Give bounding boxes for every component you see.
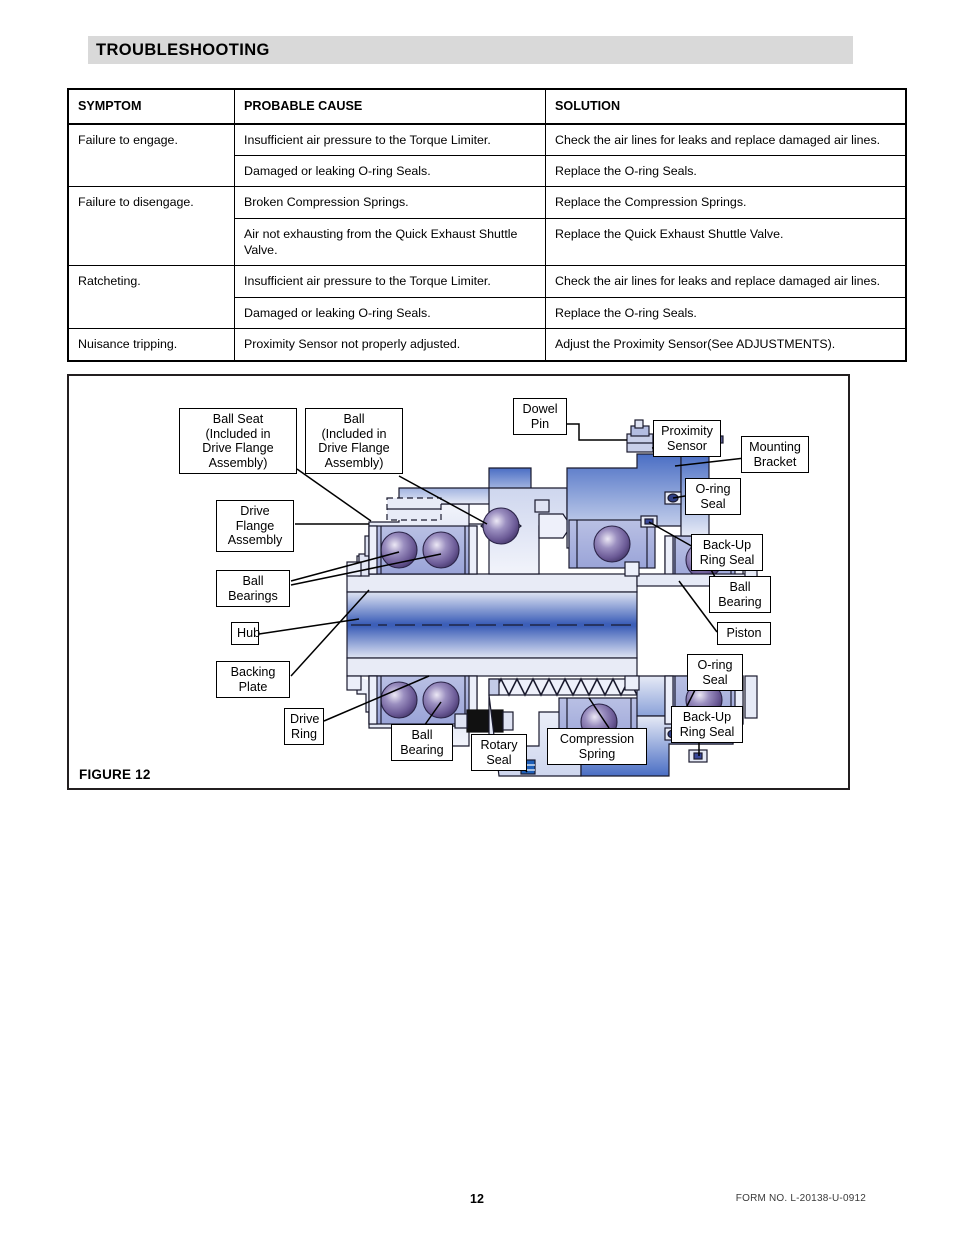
- cell-solution: Replace the Quick Exhaust Shuttle Valve.: [545, 217, 907, 267]
- table-row: Ratcheting. Insufficient air pressure to…: [67, 265, 907, 330]
- cell-symptom: Nuisance tripping.: [67, 328, 235, 362]
- callout-ball-included: Ball (Included in Drive Flange Assembly): [305, 408, 403, 475]
- column-header-symptom: SYMPTOM: [67, 88, 235, 125]
- cell-cause: Insufficient air pressure to the Torque …: [234, 123, 546, 156]
- cell-solution: Replace the O-ring Seals.: [545, 296, 907, 330]
- cell-solution: Adjust the Proximity Sensor(See ADJUSTME…: [545, 328, 907, 362]
- callout-rotary-seal: Rotary Seal: [471, 734, 527, 772]
- figure-12-container: Ball Seat (Included in Drive Flange Asse…: [67, 374, 850, 790]
- column-header-solution: SOLUTION: [545, 88, 907, 125]
- troubleshooting-table: SYMPTOM PROBABLE CAUSE SOLUTION Failure …: [67, 88, 907, 362]
- callout-backing-plate: Backing Plate: [216, 661, 290, 699]
- cell-cause: Proximity Sensor not properly adjusted.: [234, 328, 546, 362]
- callout-ball-bearings: Ball Bearings: [216, 570, 290, 608]
- cell-cause: Air not exhausting from the Quick Exhaus…: [234, 217, 546, 267]
- callout-oring-seal-bottom: O-ring Seal: [687, 654, 743, 692]
- callout-backup-ring-seal-top: Back-Up Ring Seal: [691, 534, 763, 572]
- callout-compression-spring: Compression Spring: [547, 728, 647, 766]
- form-number: FORM NO. L-20138-U-0912: [735, 1193, 866, 1204]
- cell-solution: Replace the Compression Springs.: [545, 186, 907, 219]
- page-title: TROUBLESHOOTING: [96, 40, 270, 59]
- cell-solution: Check the air lines for leaks and replac…: [545, 265, 907, 298]
- table-header-row: SYMPTOM PROBABLE CAUSE SOLUTION: [67, 88, 907, 125]
- cell-cause: Damaged or leaking O-ring Seals.: [234, 296, 546, 330]
- callout-ball-seat: Ball Seat (Included in Drive Flange Asse…: [179, 408, 297, 475]
- callout-ball-bearing-right: Ball Bearing: [709, 576, 771, 614]
- callout-oring-seal-top: O-ring Seal: [685, 478, 741, 516]
- callout-drive-ring: Drive Ring: [284, 708, 324, 746]
- cell-solution: Check the air lines for leaks and replac…: [545, 123, 907, 156]
- cell-symptom: Ratcheting.: [67, 265, 235, 330]
- callout-piston: Piston: [717, 622, 771, 645]
- column-header-probable-cause: PROBABLE CAUSE: [234, 88, 546, 125]
- section-header-band: TROUBLESHOOTING: [88, 36, 853, 64]
- callout-hub: Hub: [231, 622, 260, 645]
- callout-mounting-bracket: Mounting Bracket: [741, 436, 809, 474]
- cell-cause: Damaged or leaking O-ring Seals.: [234, 154, 546, 188]
- callout-proximity-sensor: Proximity Sensor: [653, 420, 721, 458]
- callout-backup-ring-seal-bottom: Back-Up Ring Seal: [671, 706, 743, 744]
- cell-symptom: Failure to disengage.: [67, 186, 235, 267]
- cell-solution: Replace the O-ring Seals.: [545, 154, 907, 188]
- callout-dowel-pin: Dowel Pin: [513, 398, 567, 436]
- table-row: Nuisance tripping. Proximity Sensor not …: [67, 328, 907, 362]
- cell-symptom: Failure to engage.: [67, 123, 235, 188]
- callout-ball-bearing-bottom: Ball Bearing: [391, 724, 453, 762]
- callout-drive-flange-assembly: Drive Flange Assembly: [216, 500, 294, 552]
- table-row: Failure to disengage. Broken Compression…: [67, 186, 907, 267]
- cell-cause: Insufficient air pressure to the Torque …: [234, 265, 546, 298]
- cell-cause: Broken Compression Springs.: [234, 186, 546, 219]
- table-row: Failure to engage. Insufficient air pres…: [67, 123, 907, 188]
